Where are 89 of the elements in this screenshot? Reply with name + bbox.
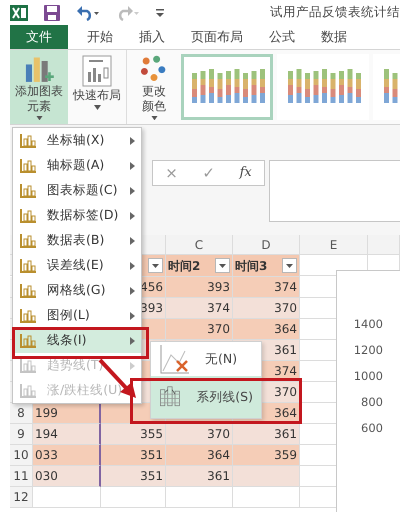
submenu-arrow-icon bbox=[130, 362, 135, 370]
table-cell: 361 bbox=[166, 466, 233, 487]
table-cell: 359 bbox=[233, 445, 300, 466]
caret-icon bbox=[150, 116, 158, 120]
caret-icon bbox=[152, 264, 159, 268]
chart-style-thumbnail[interactable] bbox=[181, 54, 273, 120]
table-cell: 393 bbox=[166, 277, 233, 298]
header-text: 时间3 bbox=[235, 258, 268, 274]
filter-button[interactable] bbox=[148, 258, 163, 273]
ribbon-tab[interactable]: 页面布局 bbox=[178, 25, 256, 49]
axis-label: 600 bbox=[360, 421, 383, 437]
bar-chart-icon bbox=[19, 382, 37, 398]
bar-chart-icon bbox=[19, 232, 37, 248]
ribbon-tab[interactable]: 开始 bbox=[74, 25, 126, 49]
ribbon-tab[interactable]: 插入 bbox=[126, 25, 178, 49]
ribbon-button[interactable]: 更改颜色 bbox=[135, 50, 173, 124]
submenu-arrow-icon bbox=[130, 312, 135, 320]
save-icon[interactable] bbox=[44, 4, 60, 20]
bar-chart-icon bbox=[19, 308, 37, 324]
table-cell: 351 bbox=[101, 445, 166, 466]
submenu-arrow-icon bbox=[130, 336, 135, 344]
bar-chart-icon bbox=[19, 208, 37, 224]
table-cell: 030 bbox=[33, 466, 101, 487]
ribbon-button[interactable]: 快速布局 bbox=[68, 50, 127, 124]
row-number[interactable]: 10 bbox=[10, 445, 33, 466]
table-cell: 364 bbox=[166, 445, 233, 466]
table-cell: 033 bbox=[33, 445, 101, 466]
menu-item[interactable]: 轴标题(A) bbox=[13, 153, 141, 178]
row-number[interactable]: 12 bbox=[10, 487, 33, 508]
menu-item[interactable]: 数据表(B) bbox=[13, 228, 141, 253]
submenu-arrow-icon bbox=[130, 186, 135, 194]
menu-item[interactable]: 坐标轴(X) bbox=[13, 128, 141, 153]
bar-chart-icon bbox=[19, 358, 37, 374]
caret-icon bbox=[94, 105, 100, 110]
ribbon-tab[interactable]: 公式 bbox=[256, 25, 308, 49]
bar-chart-icon bbox=[19, 258, 37, 274]
window-title: 试用产品反馈表统计结 bbox=[270, 3, 400, 22]
table-cell: 364 bbox=[233, 319, 300, 340]
menu-item[interactable]: 图表标题(C) bbox=[13, 178, 141, 203]
table-cell: 351 bbox=[101, 466, 166, 487]
caret-icon bbox=[286, 264, 293, 268]
column-header[interactable]: E bbox=[300, 235, 368, 255]
axis-label: 800 bbox=[360, 395, 383, 411]
table-cell: 199 bbox=[33, 403, 101, 424]
filter-button[interactable] bbox=[282, 258, 297, 273]
insert-function-button[interactable]: fx bbox=[240, 163, 252, 183]
table-cell: 374 bbox=[166, 298, 233, 319]
bar-chart-icon bbox=[19, 282, 37, 298]
caret-icon bbox=[36, 116, 42, 120]
filter-button[interactable] bbox=[215, 258, 230, 273]
row-number[interactable]: 8 bbox=[10, 403, 33, 424]
submenu-arrow-icon bbox=[130, 262, 135, 270]
bar-chart-icon bbox=[19, 332, 37, 348]
table-cell: 355 bbox=[101, 424, 166, 445]
bar-chart-icon bbox=[19, 132, 37, 148]
table-cell: 194 bbox=[33, 424, 101, 445]
table-cell: 370 bbox=[166, 424, 233, 445]
column-header[interactable]: C bbox=[166, 235, 233, 255]
axis-label: 1200 bbox=[352, 343, 383, 359]
bar-chart-icon bbox=[19, 158, 37, 174]
axis-label: 1000 bbox=[352, 369, 383, 385]
ribbon-button[interactable]: 添加图表元素 bbox=[10, 50, 68, 124]
table-cell: 374 bbox=[233, 277, 300, 298]
submenu-arrow-icon bbox=[130, 136, 135, 144]
caret-icon bbox=[219, 264, 226, 268]
column-header[interactable]: D bbox=[233, 235, 300, 255]
undo-icon[interactable] bbox=[76, 4, 100, 20]
formula-input[interactable] bbox=[269, 160, 400, 222]
ribbon-tab[interactable]: 数据 bbox=[308, 25, 360, 49]
menu-item[interactable]: 线条(I) bbox=[13, 328, 141, 353]
axis-label: 1400 bbox=[352, 317, 383, 333]
header-text: 时间2 bbox=[168, 258, 200, 274]
submenu-arrow-icon bbox=[130, 212, 135, 220]
chart-style-thumbnail[interactable] bbox=[277, 54, 369, 120]
submenu-arrow-icon bbox=[130, 236, 135, 244]
row-number[interactable]: 9 bbox=[10, 424, 33, 445]
customize-caret-icon[interactable] bbox=[156, 8, 164, 18]
submenu-arrow-icon bbox=[130, 162, 135, 170]
bar-chart-icon bbox=[19, 182, 37, 198]
menu-item[interactable]: 误差线(E) bbox=[13, 253, 141, 278]
chart-layout-icon bbox=[80, 54, 114, 88]
table-cell: 370 bbox=[166, 319, 233, 340]
row-number[interactable]: 11 bbox=[10, 466, 33, 487]
table-cell: 361 bbox=[233, 424, 300, 445]
spreadsheet-app-icon[interactable] bbox=[10, 4, 28, 20]
menu-item[interactable]: 数据标签(D) bbox=[13, 203, 141, 228]
no-line-icon bbox=[159, 343, 191, 375]
submenu-arrow-icon bbox=[130, 286, 135, 294]
table-cell: 370 bbox=[233, 298, 300, 319]
